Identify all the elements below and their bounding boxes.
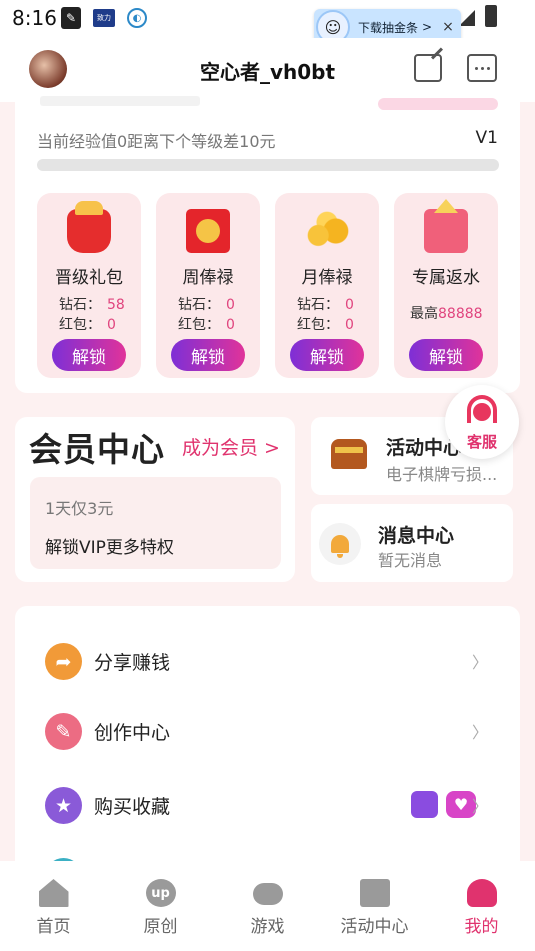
benefit-diamond-row: 钻石： 0 xyxy=(178,297,235,313)
chevron-right-icon: 〉 xyxy=(471,797,488,816)
unlock-button[interactable]: 解锁 xyxy=(409,339,483,371)
treasure-chest-icon xyxy=(331,439,367,469)
message-center-card[interactable]: 消息中心 暂无消息 xyxy=(311,504,513,582)
member-desc: 解锁VIP更多特权 xyxy=(45,538,174,558)
gamepad-icon xyxy=(252,883,283,905)
unlock-button[interactable]: 解锁 xyxy=(290,339,364,371)
benefit-max-row: 最高88888 xyxy=(410,306,483,322)
customer-service-label: 客服 xyxy=(466,433,497,451)
benefit-title: 专属返水 xyxy=(412,268,480,288)
become-member-link[interactable]: 成为会员 > xyxy=(182,433,280,460)
bottom-tab-bar: 首页 up 原创 游戏 活动中心 我的 xyxy=(0,861,535,951)
exp-progress-bar xyxy=(37,159,499,171)
tab-games[interactable]: 游戏 xyxy=(214,861,321,951)
status-time: 8:16 xyxy=(12,6,57,30)
message-subtitle: 暂无消息 xyxy=(378,551,443,570)
activity-subtitle: 电子棋牌亏损... xyxy=(386,465,498,484)
battery-icon xyxy=(485,5,497,27)
vip-level-tag: V1 xyxy=(475,128,498,148)
download-promo-text: 下载抽金条 xyxy=(358,20,419,35)
username: 空心者_vh0bt xyxy=(199,60,336,84)
benefit-card-promotion-gift[interactable]: 晋级礼包 钻石： 58 红包： 0 解锁 xyxy=(37,193,141,378)
exp-progress-text: 当前经验值0距离下个等级差10元 xyxy=(37,132,276,151)
menu-item-purchase-favorites[interactable]: ★ 购买收藏 ♥ 〉 xyxy=(15,783,520,839)
tab-mine[interactable]: 我的 xyxy=(428,861,535,951)
menu-item-label: 分享赚钱 xyxy=(94,652,171,674)
gold-coins-icon xyxy=(305,209,349,253)
notification-shield-icon: ◐ xyxy=(127,8,147,28)
menu-item-label: 购买收藏 xyxy=(94,796,171,818)
profile-header: 空心者_vh0bt xyxy=(0,38,535,102)
menu-list: ➦ 分享赚钱 〉 ✎ 创作中心 〉 ★ 购买收藏 ♥ 〉 xyxy=(15,606,520,895)
tab-activity-center[interactable]: 活动中心 xyxy=(321,861,428,951)
home-icon xyxy=(38,879,69,907)
benefit-redpack-row: 红包： 0 xyxy=(59,317,116,333)
notification-edit-icon: ✎ xyxy=(61,7,81,29)
pencil-icon: ✎ xyxy=(45,713,82,750)
chevron-right-icon: > xyxy=(422,20,433,34)
member-price: 1天仅3元 xyxy=(45,499,114,518)
menu-item-share-earn[interactable]: ➦ 分享赚钱 〉 xyxy=(15,639,520,695)
menu-item-creation-center[interactable]: ✎ 创作中心 〉 xyxy=(15,709,520,765)
chevron-right-icon: 〉 xyxy=(471,723,488,742)
member-offer-box[interactable]: 1天仅3元 解锁VIP更多特权 xyxy=(30,477,281,569)
benefit-title: 周俸禄 xyxy=(182,268,234,288)
benefit-redpack-row: 红包： 0 xyxy=(178,317,235,333)
benefit-card-monthly-salary[interactable]: 月俸禄 钻石： 0 红包： 0 解锁 xyxy=(275,193,379,378)
vip-level-card: 当前经验值0距离下个等级差10元 V1 晋级礼包 钻石： 58 红包： 0 解锁 周… xyxy=(15,96,520,393)
level-row-partial xyxy=(40,96,200,106)
bell-icon xyxy=(319,523,361,565)
notification-app-icon: 致力 xyxy=(93,9,115,27)
tab-label: 活动中心 xyxy=(340,917,409,937)
share-arrow-icon: ➦ xyxy=(45,643,82,680)
customer-service-button[interactable]: 客服 xyxy=(445,385,519,459)
member-center-title: 会员中心 xyxy=(29,430,165,469)
gift-bag-icon xyxy=(67,201,111,253)
tab-label: 原创 xyxy=(143,917,178,937)
benefit-title: 晋级礼包 xyxy=(55,268,123,288)
benefit-diamond-row: 钻石： 58 xyxy=(59,297,125,313)
user-icon xyxy=(466,879,497,907)
message-title: 消息中心 xyxy=(378,525,455,547)
gift-icon xyxy=(359,879,390,907)
tab-label: 游戏 xyxy=(250,917,285,937)
edit-profile-icon[interactable] xyxy=(414,54,442,82)
tab-home[interactable]: 首页 xyxy=(0,861,107,951)
benefit-title: 月俸禄 xyxy=(301,268,353,288)
benefit-card-weekly-salary[interactable]: 周俸禄 钻石： 0 红包： 0 解锁 xyxy=(156,193,260,378)
benefit-diamond-row: 钻石： 0 xyxy=(297,297,354,313)
close-icon[interactable]: × xyxy=(442,19,454,35)
star-icon: ★ xyxy=(45,787,82,824)
menu-item-label: 创作中心 xyxy=(94,722,171,744)
up-icon: up xyxy=(145,879,176,907)
member-center-card[interactable]: 会员中心 成为会员 > 1天仅3元 解锁VIP更多特权 xyxy=(15,417,295,582)
chevron-right-icon: 〉 xyxy=(471,653,488,672)
signal-icon xyxy=(459,10,475,26)
tab-original[interactable]: up 原创 xyxy=(107,861,214,951)
red-envelope-icon xyxy=(186,209,230,253)
shopping-bag-icon xyxy=(411,791,438,818)
unlock-button[interactable]: 解锁 xyxy=(171,339,245,371)
benefit-card-exclusive-rebate[interactable]: 专属返水 最高88888 解锁 xyxy=(394,193,498,378)
tab-label: 首页 xyxy=(36,917,71,937)
benefit-redpack-row: 红包： 0 xyxy=(297,317,354,333)
message-icon[interactable] xyxy=(467,54,497,82)
tab-label: 我的 xyxy=(464,917,499,937)
unlock-button[interactable]: 解锁 xyxy=(52,339,126,371)
level-badge-partial xyxy=(378,98,498,110)
gift-box-icon xyxy=(424,209,468,253)
